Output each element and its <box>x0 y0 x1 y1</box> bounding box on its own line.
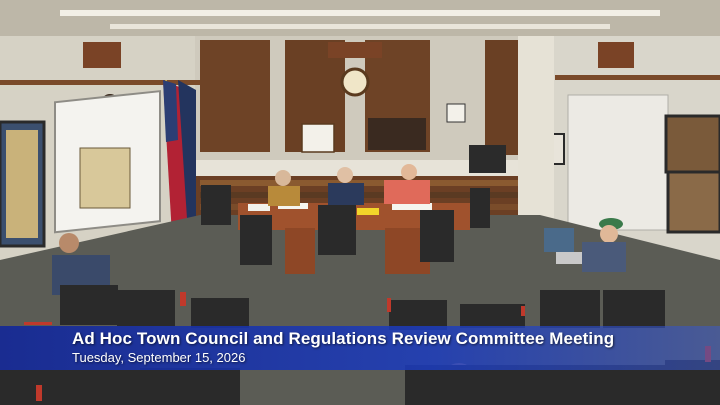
window-blinds <box>200 40 270 152</box>
guest-chair <box>191 298 249 328</box>
office-chair <box>318 205 356 255</box>
window-opening <box>368 118 426 150</box>
guest-chair-row <box>405 365 485 405</box>
plaque <box>328 42 382 58</box>
guest-chair <box>60 285 118 325</box>
framed-map <box>666 170 720 234</box>
town-seal <box>340 67 370 97</box>
guest-chair <box>117 290 175 326</box>
guest-chair-row <box>575 365 665 405</box>
bulletin-chart <box>567 94 669 231</box>
wall-map-land <box>6 130 38 238</box>
guest-chair-row <box>485 365 575 405</box>
ceiling-light <box>60 10 660 16</box>
office-chair <box>420 210 454 262</box>
wall-trim <box>555 75 720 80</box>
trash-can <box>544 228 574 252</box>
guest-chair <box>460 304 525 328</box>
meeting-date: Tuesday, September 15, 2026 <box>72 350 246 365</box>
framed-map <box>664 114 720 174</box>
table-leg <box>285 228 315 274</box>
paper <box>248 204 270 211</box>
framed-notice <box>301 123 335 153</box>
guest-chair-row <box>0 370 140 405</box>
chair-accent <box>180 292 186 306</box>
paper <box>392 203 432 210</box>
television <box>469 145 506 173</box>
plaque <box>598 42 634 68</box>
ceiling-light <box>110 24 610 29</box>
chair-accent <box>36 385 42 401</box>
whiteboard-map <box>79 147 131 209</box>
guest-chair <box>603 290 665 328</box>
small-frame <box>446 103 466 123</box>
chair-accent <box>521 306 525 316</box>
yellow-folder <box>357 208 379 215</box>
guest-chair-row <box>140 368 240 405</box>
chair-accent <box>24 322 52 325</box>
plaque <box>83 42 121 68</box>
chair-accent <box>387 298 391 312</box>
guest-chair <box>540 290 600 328</box>
ceiling <box>0 0 720 40</box>
office-chair <box>470 188 490 228</box>
office-chair <box>201 185 231 225</box>
office-chair <box>240 215 272 265</box>
meeting-title: Ad Hoc Town Council and Regulations Revi… <box>72 329 615 348</box>
meeting-room-scene: Ad Hoc Town Council and Regulations Revi… <box>0 0 720 405</box>
